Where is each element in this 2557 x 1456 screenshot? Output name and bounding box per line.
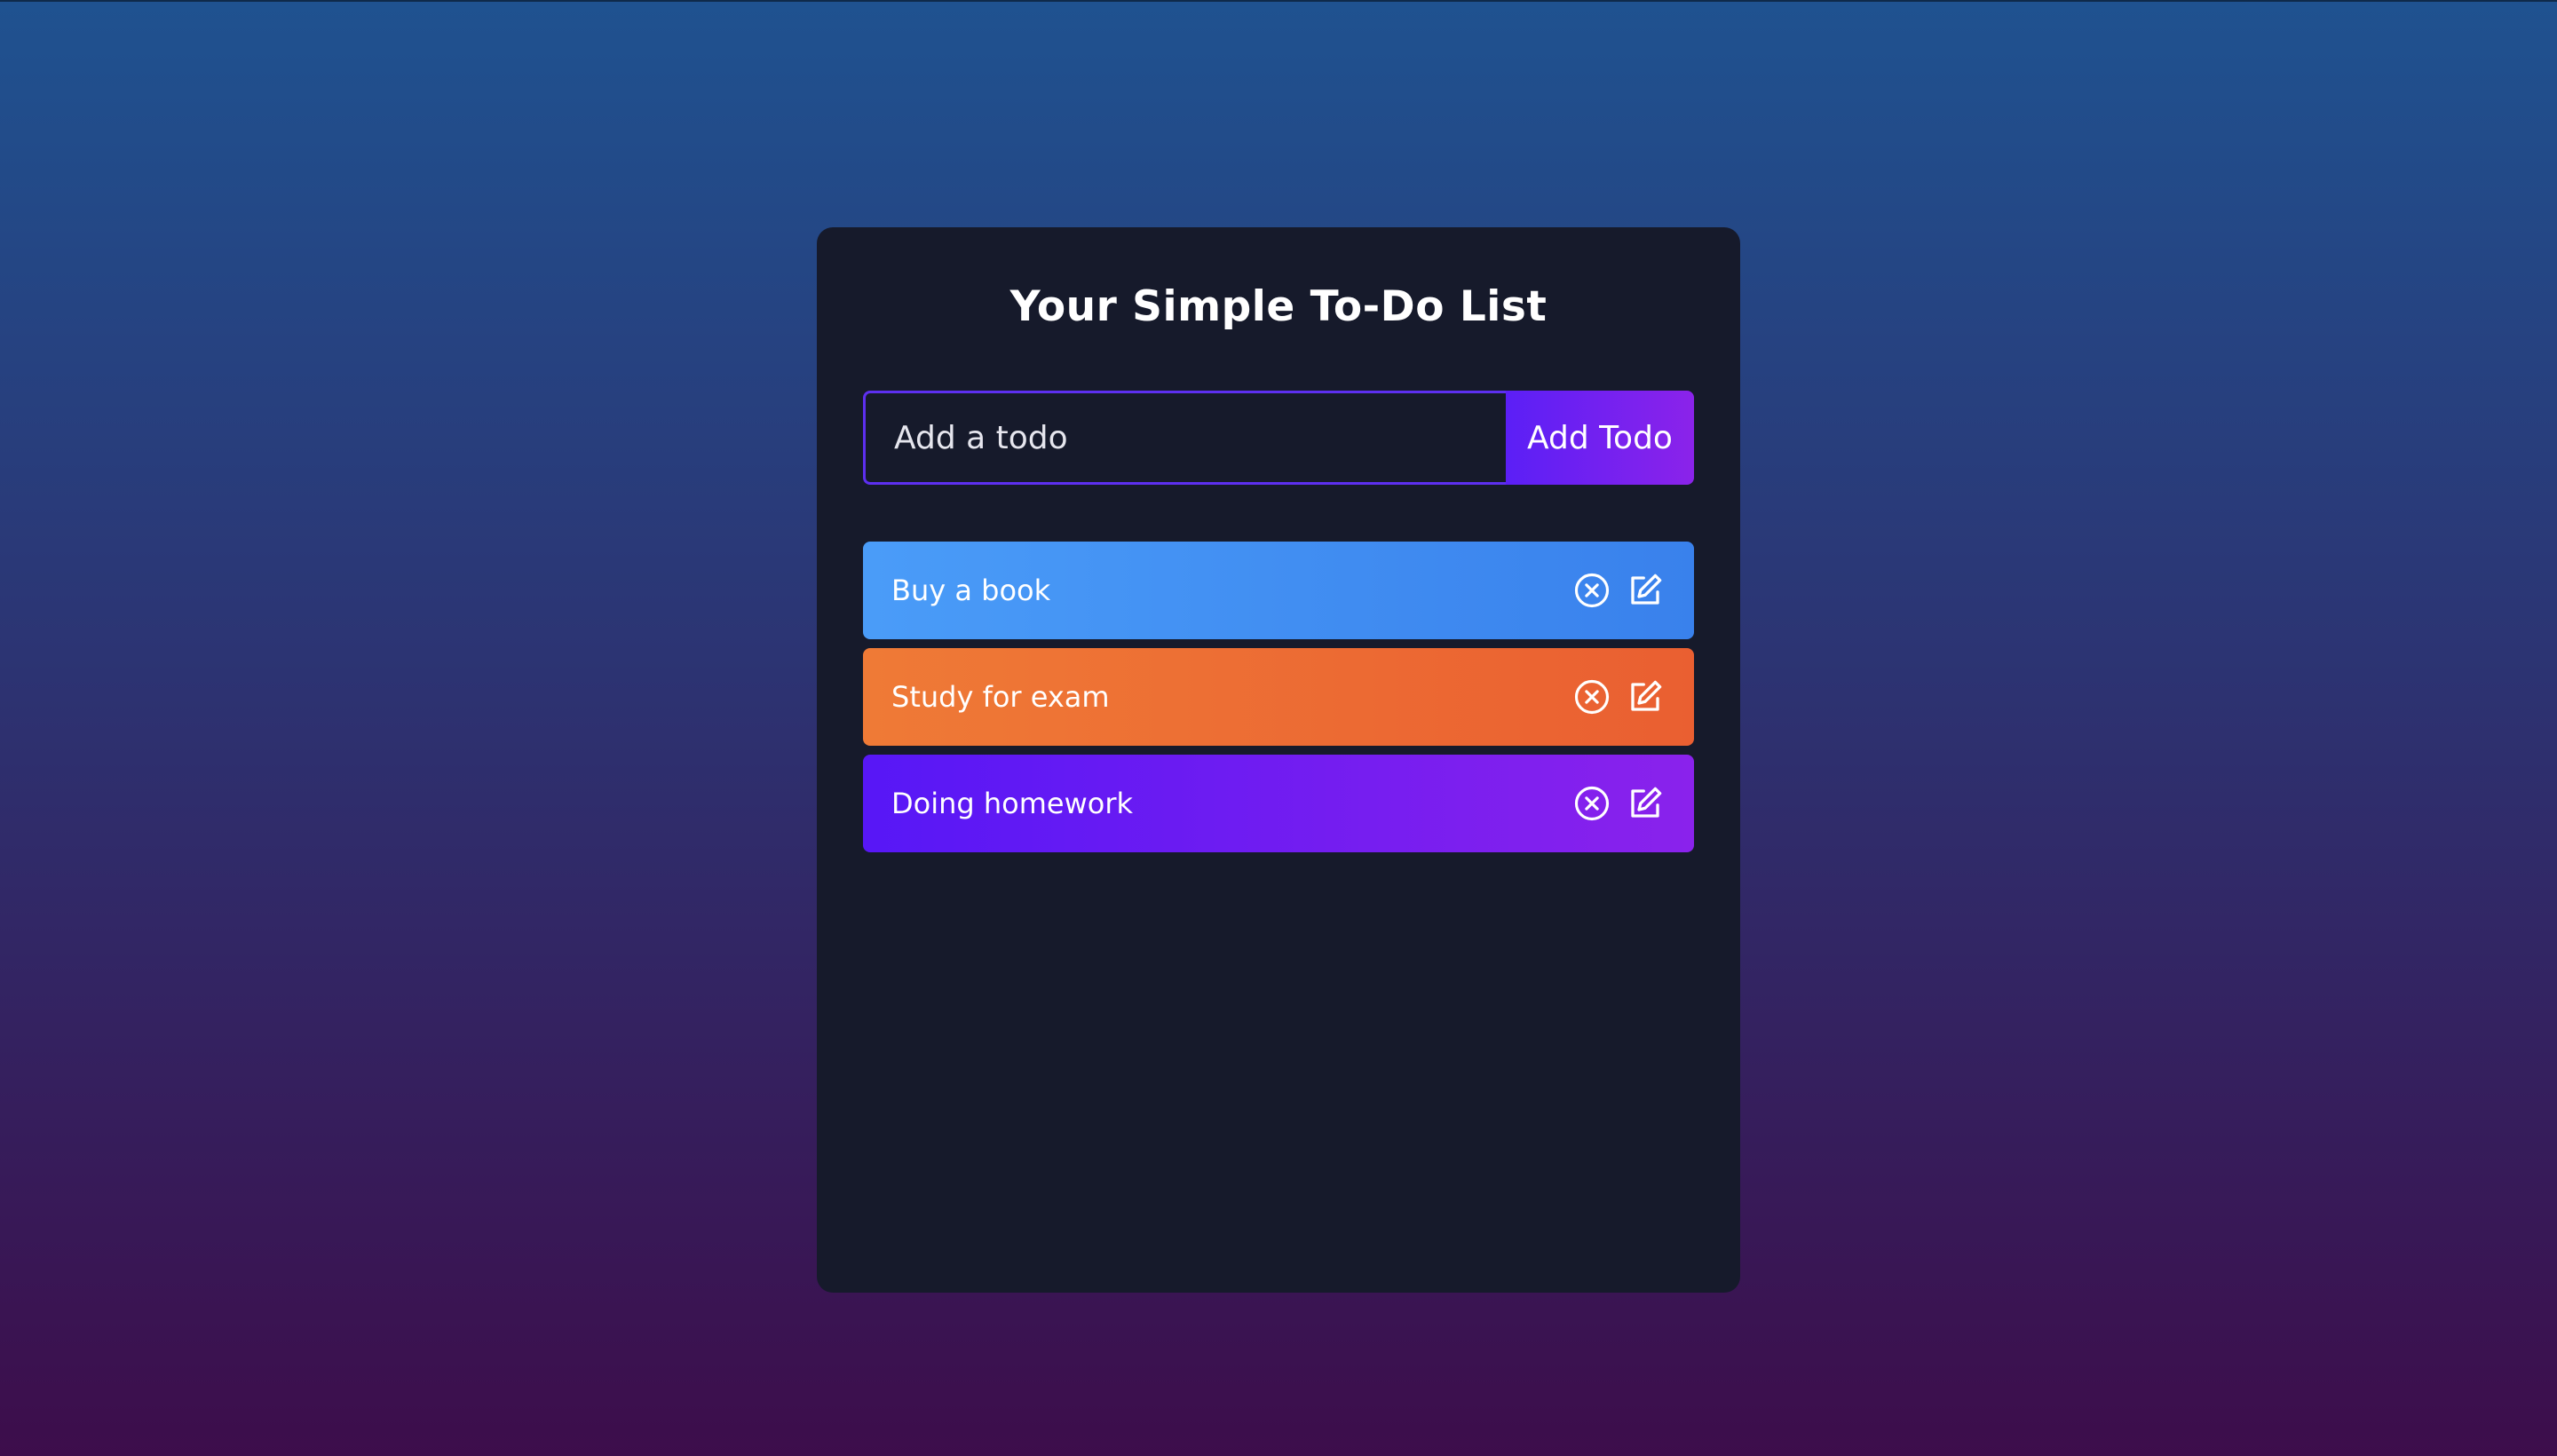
close-circle-icon[interactable] — [1573, 785, 1611, 822]
todo-item-actions — [1573, 785, 1664, 822]
edit-icon[interactable] — [1627, 572, 1664, 609]
todo-list: Buy a book Study for exam Doing homework — [863, 542, 1694, 861]
todo-card: Your Simple To-Do List Add Todo Buy a bo… — [817, 227, 1740, 1293]
top-border — [0, 0, 2557, 2]
todo-item: Buy a book — [863, 542, 1694, 639]
close-circle-icon[interactable] — [1573, 572, 1611, 609]
add-todo-button[interactable]: Add Todo — [1506, 391, 1694, 485]
page-title: Your Simple To-Do List — [1009, 282, 1548, 331]
todo-item-actions — [1573, 572, 1664, 609]
close-circle-icon[interactable] — [1573, 678, 1611, 716]
todo-item-actions — [1573, 678, 1664, 716]
edit-icon[interactable] — [1627, 678, 1664, 716]
todo-item-text: Buy a book — [891, 574, 1051, 607]
todo-item: Doing homework — [863, 755, 1694, 852]
todo-item-text: Study for exam — [891, 680, 1110, 714]
todo-item: Study for exam — [863, 648, 1694, 746]
todo-input[interactable] — [863, 391, 1506, 485]
edit-icon[interactable] — [1627, 785, 1664, 822]
todo-item-text: Doing homework — [891, 787, 1134, 820]
add-todo-form: Add Todo — [863, 391, 1694, 485]
